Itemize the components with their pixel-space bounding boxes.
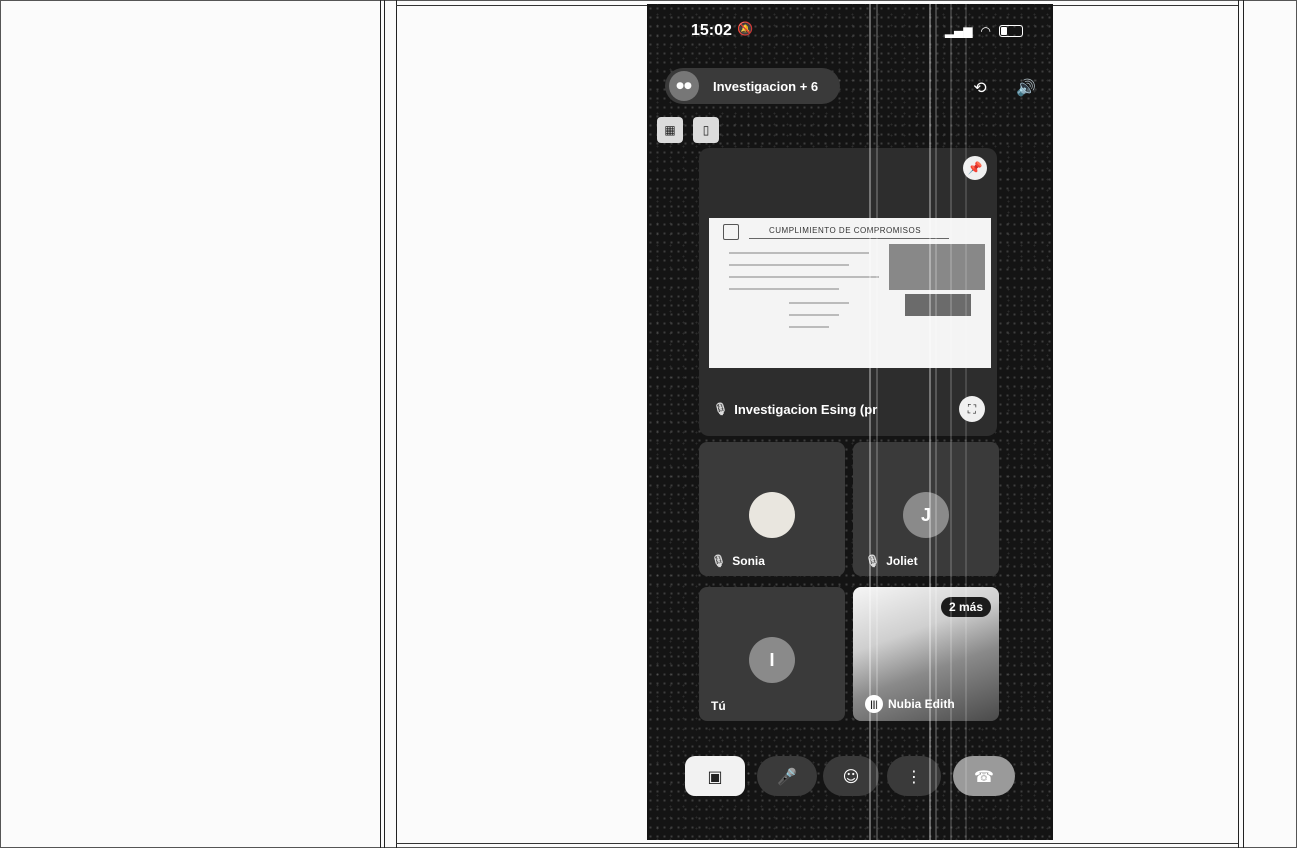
participant-name: Sonia bbox=[732, 554, 765, 568]
table-column-divider bbox=[396, 0, 397, 848]
speaking-indicator-icon: ||| bbox=[865, 695, 883, 713]
avatar: I bbox=[749, 637, 795, 683]
participant-tile-nubia[interactable]: 2 más ||| Nubia Edith bbox=[853, 587, 999, 721]
slide-text-line bbox=[729, 288, 839, 290]
participant-tile-joliet[interactable]: J 🎙 Joliet bbox=[853, 442, 999, 576]
layout-icon[interactable]: ▦ bbox=[657, 117, 683, 143]
presenter-label: 🎙 Investigacion Esing (pr bbox=[713, 396, 877, 422]
participant-name: Joliet bbox=[886, 554, 918, 568]
slide-title: CUMPLIMIENTO DE COMPROMISOS bbox=[769, 226, 922, 235]
slide-text-line bbox=[789, 314, 839, 316]
group-avatar: ●● bbox=[669, 71, 699, 101]
mic-off-icon: 🎙 bbox=[713, 402, 729, 416]
table-column-divider bbox=[1238, 0, 1239, 848]
slide-rule bbox=[749, 238, 949, 239]
wifi-icon: ◠ bbox=[980, 24, 991, 38]
meeting-info-button[interactable]: ●● Investigacion + 6 bbox=[665, 68, 840, 104]
mic-icon: 🎤 bbox=[777, 766, 797, 786]
hangup-button[interactable]: ☎ bbox=[953, 756, 1015, 796]
scan-streak bbox=[950, 4, 952, 840]
bell-muted-icon: 🔕 bbox=[737, 22, 754, 37]
table-column-divider bbox=[1243, 0, 1244, 848]
participant-tile-sonia[interactable]: 🎙 Sonia bbox=[699, 442, 845, 576]
more-vertical-icon: ⋮ bbox=[906, 766, 922, 786]
scan-streak bbox=[929, 4, 931, 840]
slide-text-line bbox=[729, 264, 849, 266]
participant-name: Tú bbox=[711, 699, 726, 713]
camera-off-icon: ▣ bbox=[707, 766, 723, 786]
camera-flip-icon[interactable]: ⟲ bbox=[967, 74, 993, 100]
fullscreen-icon[interactable]: ⛶ bbox=[959, 396, 985, 422]
speaker-icon[interactable]: 🔊 bbox=[1013, 74, 1039, 100]
camera-off-button[interactable]: ▣ bbox=[685, 756, 745, 796]
scan-streak bbox=[965, 4, 967, 840]
emoji-icon: ☺ bbox=[842, 766, 860, 786]
table-bottom-rule bbox=[396, 843, 1238, 844]
slide-text-line bbox=[729, 276, 879, 278]
participant-name: Nubia Edith bbox=[888, 697, 955, 711]
scan-streak bbox=[876, 4, 878, 840]
table-column-divider bbox=[384, 0, 385, 848]
slide-text-line bbox=[729, 252, 869, 254]
table-column-divider bbox=[380, 0, 381, 848]
participant-label: ||| Nubia Edith bbox=[865, 695, 955, 713]
mic-button[interactable]: 🎤 bbox=[757, 756, 817, 796]
participant-tile-self[interactable]: I Tú bbox=[699, 587, 845, 721]
scan-streak bbox=[869, 4, 871, 840]
phone-screenshot: 15:02 🔕 ▂▄▆ ◠ ●● Investigacion + 6 ⟲ 🔊 ▦… bbox=[647, 4, 1053, 840]
slide-text-line bbox=[789, 326, 829, 328]
slide-text-line bbox=[789, 302, 849, 304]
mic-off-icon: 🎙 bbox=[711, 554, 727, 568]
meeting-title: Investigacion + 6 bbox=[713, 78, 819, 94]
signal-icon: ▂▄▆ bbox=[944, 24, 973, 38]
presentation-tile[interactable]: 📌 CUMPLIMIENTO DE COMPROMISOS 🎙 Investig… bbox=[699, 148, 997, 436]
more-options-button[interactable]: ⋮ bbox=[887, 756, 941, 796]
avatar: J bbox=[903, 492, 949, 538]
participant-label: 🎙 Joliet bbox=[865, 554, 918, 568]
slide-logo bbox=[723, 224, 739, 240]
scan-streak bbox=[935, 4, 937, 840]
avatar bbox=[749, 492, 795, 538]
participant-label: 🎙 Sonia bbox=[711, 554, 765, 568]
battery-icon bbox=[999, 25, 1023, 37]
shared-slide: CUMPLIMIENTO DE COMPROMISOS bbox=[709, 218, 991, 368]
status-time: 15:02 bbox=[691, 22, 732, 39]
exit-room-icon[interactable]: ▯ bbox=[693, 117, 719, 143]
hangup-icon: ☎ bbox=[974, 766, 994, 786]
presenter-name: Investigacion Esing (pr bbox=[734, 401, 878, 417]
status-icons: ▂▄▆ ◠ bbox=[945, 24, 1023, 38]
participant-label: Tú bbox=[711, 699, 726, 713]
slide-photo bbox=[889, 244, 985, 290]
slide-photo bbox=[905, 294, 971, 316]
